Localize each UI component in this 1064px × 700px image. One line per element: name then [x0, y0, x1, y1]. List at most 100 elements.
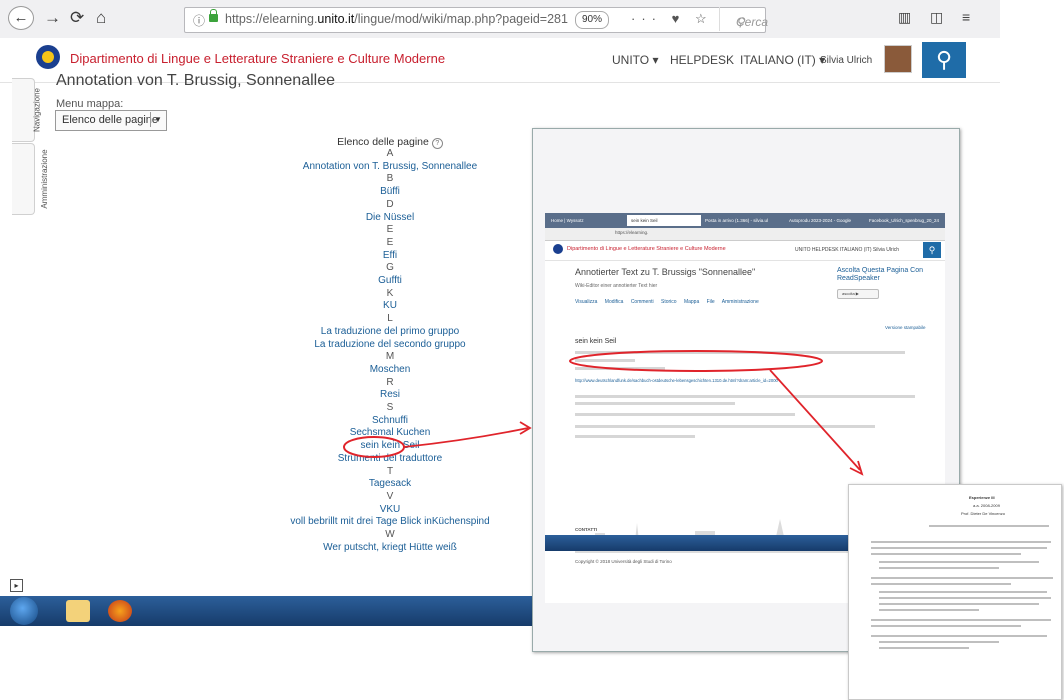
index-letter: D	[386, 198, 394, 210]
tab-navigation[interactable]: Navigazione	[12, 78, 42, 142]
wiki-page-link[interactable]: Wer putscht, kriegt Hütte weiß	[240, 542, 540, 554]
wiki-page-link[interactable]: Tagesack	[240, 478, 540, 490]
info-icon[interactable]: ⓘ	[193, 12, 205, 29]
doc-teacher: Prof. Dieter De Vincenzo	[961, 511, 1005, 516]
back-button[interactable]: ←	[8, 6, 34, 30]
page-actions[interactable]: ··· ♥ ☆	[631, 11, 713, 27]
menu-label: Menu mappa:	[56, 98, 124, 110]
page-title: Annotation von T. Brussig, Sonnenallee	[56, 72, 336, 89]
wiki-page-link[interactable]: Schnuffi	[240, 415, 540, 427]
url-text[interactable]: https://elearning.unito.it/lingue/mod/wi…	[225, 12, 568, 26]
doc-heading: Esperienze III	[969, 495, 995, 500]
overlay-tab-strip: Home | Wyssotz sein kein Seil Posta in a…	[545, 213, 945, 228]
overlay-readspeaker: Ascolta Questa Pagina Con ReadSpeaker	[837, 267, 923, 282]
overlay-play-button: ascolta ▶	[837, 289, 879, 299]
doc-text-line	[871, 619, 1051, 621]
index-letter: S	[386, 402, 394, 413]
wiki-page-link[interactable]: Moschen	[240, 364, 540, 376]
overlay-logo	[553, 244, 563, 254]
overlay-text-line	[575, 351, 905, 354]
wiki-page-link[interactable]: La traduzione del primo gruppo	[240, 326, 540, 338]
zoom-level[interactable]: 90%	[575, 11, 610, 29]
tab-administration[interactable]: Amministrazione	[12, 143, 49, 215]
overlay-wiki-tabs: Visualizza Modifica Commenti Storico Map…	[575, 299, 759, 305]
wiki-page-link[interactable]: VKU	[240, 504, 540, 516]
wiki-page-link[interactable]: Resi	[240, 389, 540, 401]
sidebar-icon[interactable]: ◫	[930, 9, 943, 26]
wiki-page-link[interactable]: sein kein Seil	[240, 440, 540, 452]
address-bar[interactable]: ⓘ https://elearning.unito.it/lingue/mod/…	[184, 7, 768, 33]
index-letter: A	[386, 148, 394, 159]
overlay-text-line	[575, 367, 665, 370]
unito-logo[interactable]	[36, 45, 60, 69]
overlay-text-line	[575, 395, 915, 398]
doc-text-line	[879, 561, 1039, 563]
menu-icon[interactable]: ≡	[962, 9, 970, 25]
doc-text-line	[871, 625, 1021, 627]
overlay-text-line	[575, 359, 635, 362]
overlay-site-name: Dipartimento di Lingue e Letterature Str…	[567, 246, 726, 252]
overlay-search-icon: ⚲	[923, 242, 941, 258]
nav-language[interactable]: ITALIANO (IT) ▾	[740, 53, 825, 67]
doc-text-line	[879, 597, 1051, 599]
user-name[interactable]: Silvia Ulrich	[820, 55, 872, 66]
wiki-page-link[interactable]: Effi	[240, 250, 540, 262]
index-letter: T	[386, 465, 394, 477]
overlay-text-line	[575, 425, 875, 428]
index-letter: G	[386, 262, 394, 274]
doc-text-line	[879, 567, 999, 569]
wiki-page-link[interactable]: Sechsmal Kuchen	[240, 427, 540, 439]
overlay-tab: Facebook_Ulrich_spenbrug_20_24	[869, 218, 940, 223]
reload-button[interactable]: ⟳	[70, 6, 84, 30]
nav-helpdesk[interactable]: HELPDESK	[670, 53, 734, 67]
overlay-contacts: CONTATTI	[575, 527, 598, 532]
wiki-page-link[interactable]: La traduzione del secondo gruppo	[240, 339, 540, 351]
start-button[interactable]	[10, 597, 38, 625]
wiki-page-link[interactable]: voll bebrillt mit drei Tage Blick inKüch…	[240, 516, 540, 528]
doc-text-line	[871, 547, 1047, 549]
dropdown-arrow-icon: ▼	[150, 112, 165, 127]
index-letter: B	[386, 173, 394, 185]
doc-text-line	[871, 583, 1011, 585]
pocket-icon: ♥	[671, 11, 686, 26]
wiki-page-link[interactable]: Strumenti del traduttore	[240, 453, 540, 465]
search-icon: ⚲	[935, 47, 953, 72]
doc-text-line	[871, 541, 1051, 543]
doc-text-line	[879, 603, 1039, 605]
overlay-text-line	[575, 435, 695, 438]
overlay-tab: Autoprodu 2023-2024 - Google	[789, 218, 852, 223]
overlay-nav: UNITO HELPDESK ITALIANO (IT) Silvia Ulri…	[795, 247, 899, 253]
doc-text-line	[929, 525, 1049, 527]
home-button[interactable]: ⌂	[96, 6, 106, 30]
map-menu-select[interactable]: Elenco delle pagine ▼	[55, 110, 167, 131]
overlay-site-header: Dipartimento di Lingue e Letterature Str…	[545, 240, 945, 261]
lock-icon	[209, 9, 218, 22]
nav-unito[interactable]: UNITO ▾	[612, 53, 658, 67]
index-letter: K	[386, 287, 394, 299]
file-explorer-icon[interactable]	[66, 600, 90, 622]
overlay-text-line	[575, 402, 735, 405]
doc-text-line	[871, 553, 1021, 555]
dock-toggle-icon[interactable]: ▸	[10, 579, 23, 592]
browser-toolbar: ← → ⟳ ⌂ ⓘ https://elearning.unito.it/lin…	[0, 0, 1000, 39]
wiki-page-link[interactable]: Die Nüssel	[240, 212, 540, 224]
site-name[interactable]: Dipartimento di Lingue e Letterature Str…	[70, 51, 445, 66]
index-letter: M	[385, 351, 395, 363]
wiki-page-link[interactable]: Guffti	[240, 275, 540, 287]
wiki-page-link[interactable]: Annotation von T. Brussig, Sonnenallee	[240, 161, 540, 173]
overlay-copyright: Copyright © 2018 Università degli Studi …	[575, 559, 672, 564]
forward-button[interactable]: →	[44, 6, 61, 30]
index-letter: E	[386, 224, 394, 236]
overlay-tab: sein kein Seil	[627, 215, 701, 226]
avatar[interactable]	[884, 45, 912, 73]
library-icon[interactable]: ▥	[898, 9, 911, 26]
doc-text-line	[879, 647, 969, 649]
index-letter: W	[385, 529, 395, 540]
site-search-button[interactable]: ⚲	[922, 42, 966, 78]
overlay-page-title: Annotierter Text zu T. Brussigs "Sonnena…	[575, 267, 756, 277]
doc-year: a.a. 2008-2009	[973, 503, 1000, 508]
wiki-page-link[interactable]: Büffi	[240, 186, 540, 198]
overlay-print-link: Versione stampabile	[885, 325, 926, 330]
wiki-page-link[interactable]: KU	[240, 300, 540, 312]
firefox-icon[interactable]	[108, 600, 132, 622]
